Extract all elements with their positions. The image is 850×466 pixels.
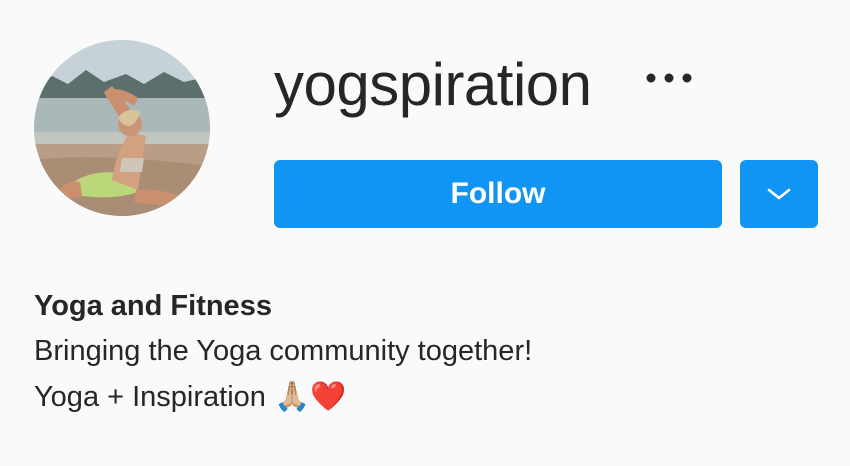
follow-button-label: Follow — [450, 177, 546, 210]
avatar-image — [34, 40, 210, 216]
follow-button[interactable]: Follow — [274, 160, 722, 228]
chevron-down-icon — [767, 188, 791, 200]
avatar[interactable] — [34, 40, 210, 216]
bio-line: Bringing the Yoga community together! — [34, 335, 533, 367]
bio: Yoga and Fitness Bringing the Yoga commu… — [34, 284, 814, 420]
bio-line: Yoga + Inspiration 🙏🏼❤️ — [34, 381, 347, 413]
bio-name: Yoga and Fitness — [34, 290, 272, 322]
profile-header: yogspiration Follow Yoga and Fitness Bri… — [0, 0, 850, 466]
more-horizontal-icon — [646, 73, 692, 83]
more-options-button[interactable] — [640, 58, 698, 98]
username: yogspiration — [274, 51, 592, 118]
suggestions-dropdown-button[interactable] — [740, 160, 818, 228]
